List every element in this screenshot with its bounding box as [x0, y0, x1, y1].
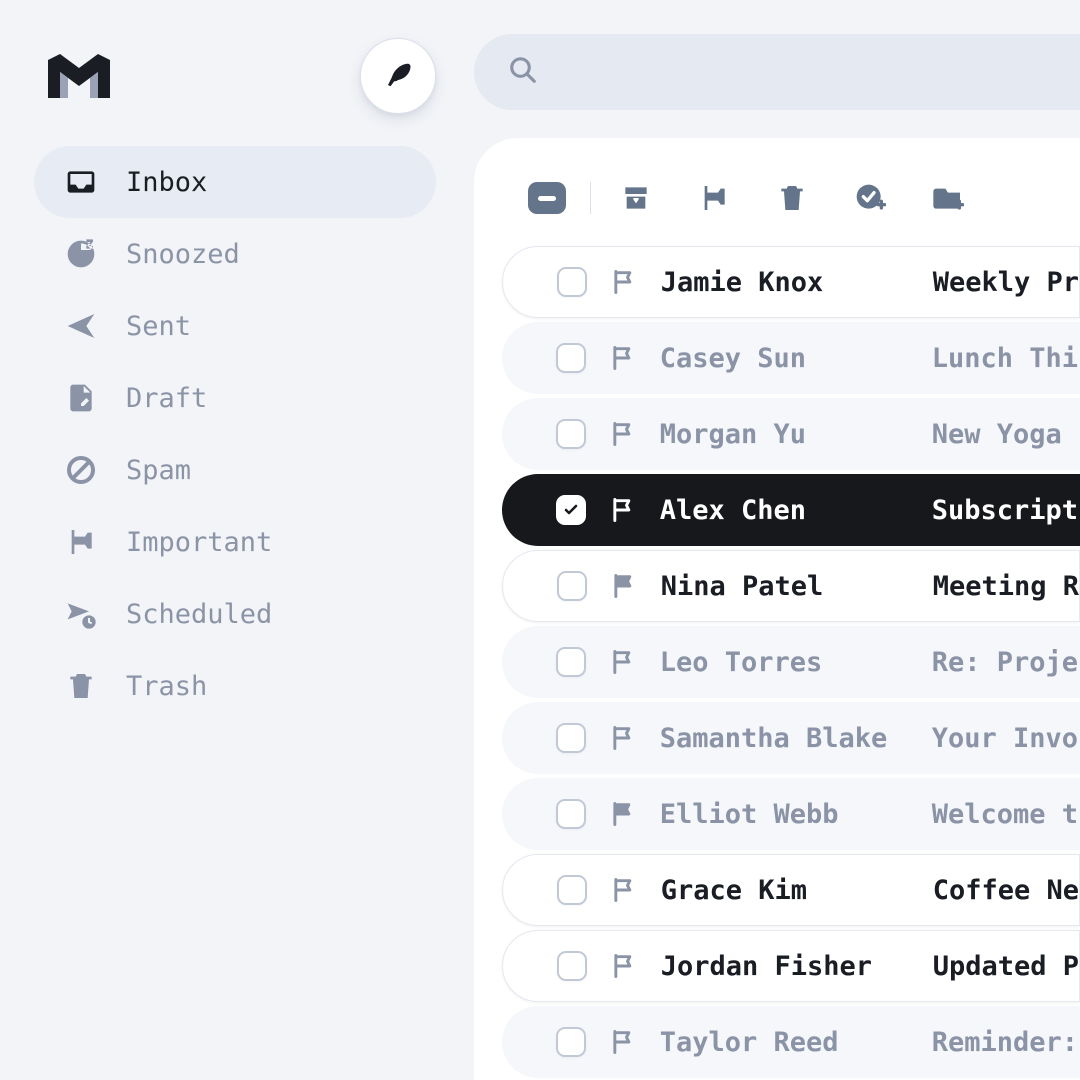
mail-sender: Elliot Webb	[660, 799, 910, 830]
mail-subject: Reminder:	[932, 1027, 1078, 1058]
mail-sender: Jordan Fisher	[661, 951, 911, 982]
mail-checkbox[interactable]	[556, 419, 586, 449]
mail-subject: Updated P	[933, 951, 1079, 982]
feather-icon	[383, 60, 413, 93]
mail-row[interactable]: Morgan Yu New Yoga	[502, 398, 1080, 470]
mail-row[interactable]: Samantha Blake Your Invo	[502, 702, 1080, 774]
mail-flag-icon[interactable]	[608, 1027, 638, 1057]
mail-sender: Leo Torres	[660, 647, 910, 678]
spam-icon	[64, 453, 98, 487]
search-icon	[508, 55, 538, 89]
mail-row[interactable]: Grace Kim Coffee Ne	[502, 854, 1080, 926]
mail-flag-icon[interactable]	[609, 571, 639, 601]
sidebar-item-label: Spam	[126, 455, 191, 486]
indeterminate-icon	[538, 196, 556, 201]
mail-subject: Your Invo	[932, 723, 1078, 754]
mail-sender: Morgan Yu	[660, 419, 910, 450]
delete-button[interactable]	[775, 181, 809, 215]
toolbar-divider	[590, 182, 591, 214]
compose-button[interactable]	[360, 38, 436, 114]
mail-subject: Lunch Thi	[932, 343, 1078, 374]
mail-row[interactable]: Nina Patel Meeting R	[502, 550, 1080, 622]
mail-row[interactable]: Taylor Reed Reminder:	[502, 1006, 1080, 1078]
sidebar-item-inbox[interactable]: Inbox	[34, 146, 436, 218]
mail-sender: Alex Chen	[660, 495, 910, 526]
mail-toolbar	[474, 170, 1080, 226]
mail-row[interactable]: Jamie Knox Weekly Pr	[502, 246, 1080, 318]
mail-flag-icon[interactable]	[608, 419, 638, 449]
sidebar-item-spam[interactable]: Spam	[34, 434, 436, 506]
mail-flag-icon[interactable]	[608, 343, 638, 373]
mail-row[interactable]: Leo Torres Re: Proje	[502, 626, 1080, 698]
mail-subject: Weekly Pr	[933, 267, 1079, 298]
mail-subject: Welcome t	[932, 799, 1078, 830]
select-toggle[interactable]	[528, 182, 566, 214]
mail-checkbox[interactable]	[557, 875, 587, 905]
mail-row[interactable]: Jordan Fisher Updated P	[502, 930, 1080, 1002]
mail-subject: Re: Proje	[932, 647, 1078, 678]
move-folder-button[interactable]	[931, 181, 965, 215]
mail-flag-icon[interactable]	[609, 951, 639, 981]
mail-checkbox[interactable]	[557, 571, 587, 601]
mail-checkbox[interactable]	[556, 1027, 586, 1057]
search-bar[interactable]	[474, 34, 1080, 110]
sidebar-item-label: Draft	[126, 383, 207, 414]
mail-sender: Samantha Blake	[660, 723, 910, 754]
sidebar-item-snoozed[interactable]: Snoozed	[34, 218, 436, 290]
mail-row[interactable]: Elliot Webb Welcome t	[502, 778, 1080, 850]
mail-checkbox[interactable]	[556, 647, 586, 677]
search-input[interactable]	[560, 57, 1080, 87]
flag-icon	[64, 525, 98, 559]
mail-flag-icon[interactable]	[608, 723, 638, 753]
sidebar-item-sent[interactable]: Sent	[34, 290, 436, 362]
mail-sender: Casey Sun	[660, 343, 910, 374]
mail-flag-icon[interactable]	[608, 647, 638, 677]
mail-flag-icon[interactable]	[609, 267, 639, 297]
trash-icon	[64, 669, 98, 703]
mail-checkbox[interactable]	[556, 723, 586, 753]
scheduled-icon	[64, 597, 98, 631]
sent-icon	[64, 309, 98, 343]
sidebar-item-label: Inbox	[126, 167, 207, 198]
mail-flag-icon[interactable]	[608, 799, 638, 829]
sidebar-item-label: Snoozed	[126, 239, 240, 270]
mail-subject: New Yoga	[932, 419, 1062, 450]
mail-sender: Nina Patel	[661, 571, 911, 602]
mail-checkbox[interactable]	[556, 799, 586, 829]
mail-subject: Coffee Ne	[933, 875, 1079, 906]
app-logo	[48, 54, 110, 98]
draft-icon	[64, 381, 98, 415]
mail-list: Jamie Knox Weekly Pr Casey Sun Lunch Thi Mor…	[474, 246, 1080, 1078]
inbox-icon	[64, 165, 98, 199]
mail-panel: Jamie Knox Weekly Pr Casey Sun Lunch Thi Mor…	[474, 138, 1080, 1080]
sidebar-item-draft[interactable]: Draft	[34, 362, 436, 434]
mail-subject: Subscript	[932, 495, 1078, 526]
sidebar-item-scheduled[interactable]: Scheduled	[34, 578, 436, 650]
mail-checkbox[interactable]	[557, 267, 587, 297]
sidebar-item-label: Sent	[126, 311, 191, 342]
mail-row[interactable]: Casey Sun Lunch Thi	[502, 322, 1080, 394]
sidebar-item-label: Scheduled	[126, 599, 272, 630]
sidebar: Inbox Snoozed Sent Draft	[0, 0, 464, 1080]
main-panel: Jamie Knox Weekly Pr Casey Sun Lunch Thi Mor…	[464, 0, 1080, 1080]
sidebar-item-label: Important	[126, 527, 272, 558]
mail-flag-icon[interactable]	[608, 495, 638, 525]
folder-nav: Inbox Snoozed Sent Draft	[34, 146, 436, 722]
snooze-icon	[64, 237, 98, 271]
mail-sender: Grace Kim	[661, 875, 911, 906]
mark-read-button[interactable]	[853, 181, 887, 215]
sidebar-item-label: Trash	[126, 671, 207, 702]
sidebar-item-trash[interactable]: Trash	[34, 650, 436, 722]
mail-flag-icon[interactable]	[609, 875, 639, 905]
mail-checkbox[interactable]	[556, 495, 586, 525]
mail-checkbox[interactable]	[556, 343, 586, 373]
flag-button[interactable]	[697, 181, 731, 215]
mail-subject: Meeting R	[933, 571, 1079, 602]
archive-button[interactable]	[619, 181, 653, 215]
mail-sender: Taylor Reed	[660, 1027, 910, 1058]
mail-checkbox[interactable]	[557, 951, 587, 981]
mail-row[interactable]: Alex Chen Subscript	[502, 474, 1080, 546]
mail-sender: Jamie Knox	[661, 267, 911, 298]
sidebar-item-important[interactable]: Important	[34, 506, 436, 578]
